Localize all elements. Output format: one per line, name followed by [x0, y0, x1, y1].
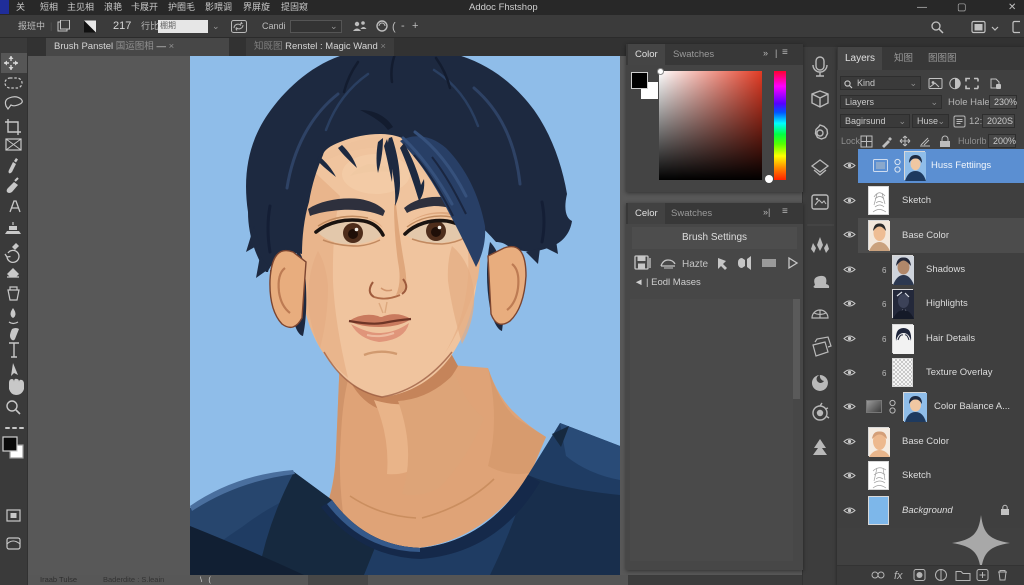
svg-text:(: (	[392, 21, 396, 33]
svg-text:fx: fx	[894, 570, 903, 582]
svg-text:Hazte: Hazte	[682, 259, 709, 270]
